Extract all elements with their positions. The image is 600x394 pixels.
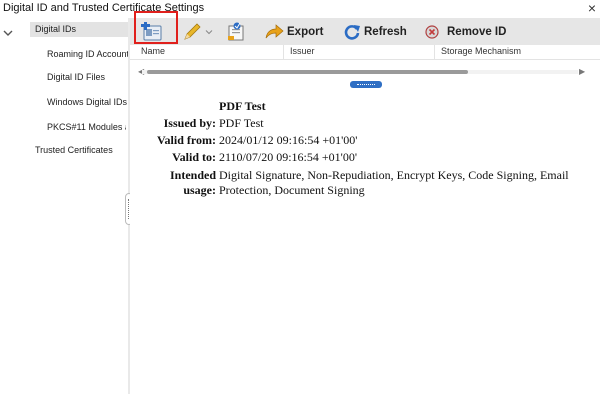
remove-id-label: Remove ID [447, 26, 507, 38]
scroll-right-icon[interactable]: ▶ [579, 67, 585, 77]
certificate-subject: PDF Test [219, 99, 266, 113]
remove-id-button[interactable]: Remove ID [424, 21, 506, 43]
intended-usage-value: Digital Signature, Non-Repudiation, Encr… [219, 168, 569, 197]
column-divider[interactable] [434, 45, 435, 60]
valid-from-label: Valid from: [156, 133, 216, 147]
scrollbar-thumb[interactable] [147, 70, 468, 74]
horizontal-scrollbar[interactable]: ◀ ▶ [130, 67, 600, 76]
intended-usage-label-line-2: usage: [183, 183, 216, 197]
sidebar-item-windows-digital-ids[interactable]: Windows Digital IDs [47, 97, 128, 110]
valid-to-value: 2110/07/20 09:16:54 +01'00' [219, 150, 357, 164]
intended-usage-label-line-1: Intended [169, 168, 216, 182]
column-header-name[interactable]: Name [141, 46, 165, 56]
refresh-icon [344, 25, 360, 40]
sidebar-item-label: Trusted Certificates [35, 145, 113, 155]
close-icon[interactable]: × [588, 0, 596, 16]
sidebar-item-label: Digital IDs [35, 24, 77, 34]
id-table-header: Name Issuer Storage Mechanism [130, 45, 600, 60]
certificate-details-icon [228, 22, 244, 41]
refresh-button[interactable]: Refresh [343, 21, 407, 43]
refresh-label: Refresh [364, 26, 407, 38]
issued-by-value: PDF Test [219, 116, 264, 130]
add-id-highlight-box [134, 11, 178, 44]
sidebar-item-digital-id-files[interactable]: Digital ID Files [47, 72, 128, 85]
column-divider[interactable] [283, 45, 284, 60]
issued-by-label: Issued by: [163, 116, 216, 130]
certificate-details-button[interactable] [225, 21, 247, 43]
chevron-down-icon [205, 30, 213, 35]
sidebar-item-label: Roaming ID Accounts [47, 49, 128, 59]
valid-from-value: 2024/01/12 09:16:54 +01'00' [219, 133, 358, 147]
export-label: Export [287, 26, 324, 38]
sidebar-item-label: Windows Digital IDs [47, 97, 128, 107]
sidebar-item-label: Digital ID Files [47, 72, 106, 82]
chevron-down-icon[interactable] [3, 28, 13, 38]
export-arrow-icon [265, 24, 284, 39]
pen-icon [184, 23, 201, 40]
title-bar: Digital ID and Trusted Certificate Setti… [0, 0, 600, 18]
vertical-splitter-grip[interactable] [350, 81, 382, 88]
sidebar-item-trusted-certificates[interactable]: Trusted Certificates [35, 145, 128, 158]
sidebar-item-label: PKCS#11 Modules and Tokens [47, 122, 126, 132]
column-header-issuer[interactable]: Issuer [290, 46, 315, 56]
intended-usage-label: Intended usage: [130, 168, 216, 198]
sidebar-tree: Digital IDs Roaming ID Accounts Digital … [0, 18, 128, 394]
sidebar-item-digital-ids[interactable]: Digital IDs [30, 22, 128, 37]
column-header-storage-mechanism[interactable]: Storage Mechanism [441, 46, 521, 56]
toolbar: Export Refresh Remove ID [130, 18, 600, 45]
sidebar-item-roaming-id-accounts[interactable]: Roaming ID Accounts [47, 49, 128, 62]
sidebar-item-pkcs11-modules[interactable]: PKCS#11 Modules and Tokens [47, 122, 126, 135]
usage-options-button[interactable] [182, 21, 213, 43]
valid-to-label: Valid to: [172, 150, 216, 164]
remove-icon [425, 25, 439, 39]
main-pane: Export Refresh Remove ID Name Issuer Sto… [130, 18, 600, 394]
export-button[interactable]: Export [264, 21, 323, 43]
